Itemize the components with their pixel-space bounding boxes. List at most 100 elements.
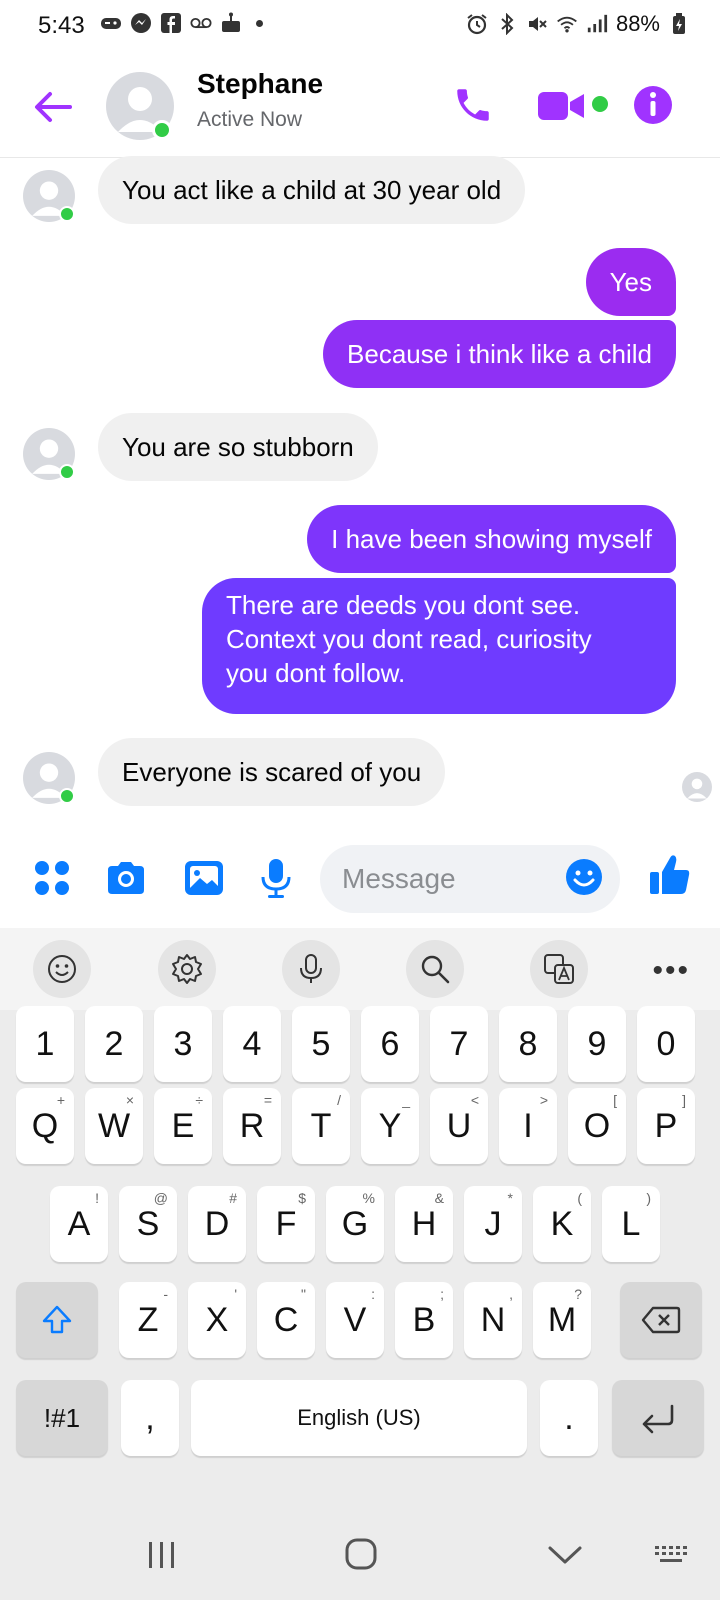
camera-icon[interactable] bbox=[104, 856, 148, 900]
key-secondary-label: ! bbox=[95, 1190, 99, 1206]
keyboard-switch-icon[interactable] bbox=[652, 1532, 702, 1578]
outgoing-message[interactable]: I have been showing myself bbox=[307, 505, 676, 573]
key-label: W bbox=[97, 1106, 131, 1145]
key-label: B bbox=[412, 1300, 436, 1339]
key-label: V bbox=[343, 1300, 367, 1339]
key-l[interactable]: L) bbox=[602, 1186, 660, 1262]
back-arrow-icon[interactable] bbox=[30, 84, 76, 130]
key-8[interactable]: 8 bbox=[499, 1006, 557, 1082]
key-7[interactable]: 7 bbox=[430, 1006, 488, 1082]
emoji-panel-icon[interactable] bbox=[33, 940, 91, 998]
key-label: F bbox=[275, 1204, 297, 1243]
key-label: Y bbox=[378, 1106, 402, 1145]
key-secondary-label: × bbox=[125, 1092, 134, 1108]
key-s[interactable]: S @ bbox=[119, 1186, 177, 1262]
key-0[interactable]: 0 bbox=[637, 1006, 695, 1082]
search-icon[interactable] bbox=[406, 940, 464, 998]
key-secondary-label: ( bbox=[577, 1190, 582, 1206]
translate-icon[interactable] bbox=[530, 940, 588, 998]
key-secondary-label: % bbox=[362, 1190, 375, 1206]
key-o[interactable]: O[ bbox=[568, 1088, 626, 1164]
home-icon[interactable] bbox=[336, 1532, 386, 1578]
key-w[interactable]: W × bbox=[85, 1088, 143, 1164]
key-label: N bbox=[480, 1300, 506, 1339]
key-u[interactable]: U < bbox=[430, 1088, 488, 1164]
key-secondary-label: : bbox=[371, 1286, 375, 1302]
key-secondary-label: + bbox=[56, 1092, 65, 1108]
key-x[interactable]: X ' bbox=[188, 1282, 246, 1358]
backspace-key[interactable] bbox=[620, 1282, 702, 1358]
like-thumb-icon[interactable] bbox=[648, 852, 692, 896]
period-key[interactable]: . bbox=[540, 1380, 598, 1456]
message-composer bbox=[0, 842, 720, 924]
space-key[interactable]: English (US) bbox=[191, 1380, 527, 1456]
key-k[interactable]: K( bbox=[533, 1186, 591, 1262]
voice-input-icon[interactable] bbox=[282, 940, 340, 998]
key-6[interactable]: 6 bbox=[361, 1006, 419, 1082]
phone-call-icon[interactable] bbox=[452, 84, 494, 126]
key-i[interactable]: I > bbox=[499, 1088, 557, 1164]
key-a[interactable]: A! bbox=[50, 1186, 108, 1262]
key-h[interactable]: H & bbox=[395, 1186, 453, 1262]
key-r[interactable]: R = bbox=[223, 1088, 281, 1164]
contact-name[interactable]: Stephane bbox=[197, 68, 323, 100]
key-label: 1 bbox=[35, 1024, 55, 1063]
key-t[interactable]: T / bbox=[292, 1088, 350, 1164]
mute-icon bbox=[526, 13, 548, 35]
key-f[interactable]: F $ bbox=[257, 1186, 315, 1262]
key-b[interactable]: B; bbox=[395, 1282, 453, 1358]
key-q[interactable]: Q + bbox=[16, 1088, 74, 1164]
message-text: You act like a child at 30 year old bbox=[122, 175, 502, 205]
key-secondary-label: * bbox=[507, 1190, 513, 1206]
key-z[interactable]: Z- bbox=[119, 1282, 177, 1358]
outgoing-message[interactable]: Because i think like a child bbox=[323, 320, 676, 388]
key-label: E bbox=[171, 1106, 195, 1145]
key-secondary-label: ) bbox=[646, 1190, 651, 1206]
microphone-icon[interactable] bbox=[254, 856, 298, 900]
key-n[interactable]: N, bbox=[464, 1282, 522, 1358]
key-p[interactable]: P] bbox=[637, 1088, 695, 1164]
symbols-key[interactable]: !#1 bbox=[16, 1380, 108, 1456]
key-y[interactable]: Y _ bbox=[361, 1088, 419, 1164]
active-status-dot bbox=[59, 788, 75, 804]
info-icon[interactable] bbox=[632, 84, 674, 126]
key-j[interactable]: J * bbox=[464, 1186, 522, 1262]
video-call-icon[interactable] bbox=[538, 86, 588, 126]
incoming-message[interactable]: You act like a child at 30 year old bbox=[98, 156, 526, 224]
key-v[interactable]: V: bbox=[326, 1282, 384, 1358]
key-9[interactable]: 9 bbox=[568, 1006, 626, 1082]
key-g[interactable]: G% bbox=[326, 1186, 384, 1262]
message-text-line: you dont follow. bbox=[226, 658, 406, 688]
comma-key[interactable]: , bbox=[121, 1380, 179, 1456]
key-label: M bbox=[547, 1300, 577, 1339]
bluetooth-icon bbox=[496, 13, 518, 35]
key-5[interactable]: 5 bbox=[292, 1006, 350, 1082]
incoming-message[interactable]: You are so stubborn bbox=[98, 413, 378, 481]
key-secondary-label: ; bbox=[440, 1286, 444, 1302]
status-bar: 5:43 88% bbox=[0, 0, 720, 54]
key-c[interactable]: C " bbox=[257, 1282, 315, 1358]
menu-dots-icon[interactable] bbox=[30, 856, 74, 900]
hide-keyboard-icon[interactable] bbox=[540, 1532, 590, 1578]
outgoing-message[interactable]: There are deeds you dont see. Context yo… bbox=[202, 578, 676, 714]
key-3[interactable]: 3 bbox=[154, 1006, 212, 1082]
key-4[interactable]: 4 bbox=[223, 1006, 281, 1082]
more-options-icon[interactable]: ••• bbox=[652, 954, 690, 988]
enter-key[interactable] bbox=[612, 1380, 704, 1456]
key-m[interactable]: M? bbox=[533, 1282, 591, 1358]
shift-key[interactable] bbox=[16, 1282, 98, 1358]
settings-gear-icon[interactable] bbox=[158, 940, 216, 998]
outgoing-message[interactable]: Yes bbox=[585, 248, 676, 316]
key-label: C bbox=[273, 1300, 299, 1339]
recent-apps-icon[interactable] bbox=[137, 1532, 187, 1578]
key-d[interactable]: D # bbox=[188, 1186, 246, 1262]
gallery-icon[interactable] bbox=[182, 856, 226, 900]
key-e[interactable]: E ÷ bbox=[154, 1088, 212, 1164]
key-2[interactable]: 2 bbox=[85, 1006, 143, 1082]
game-icon bbox=[100, 12, 122, 34]
incoming-message[interactable]: Everyone is scared of you bbox=[98, 738, 446, 806]
voicemail-icon bbox=[190, 12, 212, 34]
emoji-icon[interactable] bbox=[564, 857, 604, 897]
key-1[interactable]: 1 bbox=[16, 1006, 74, 1082]
active-status-dot bbox=[59, 464, 75, 480]
